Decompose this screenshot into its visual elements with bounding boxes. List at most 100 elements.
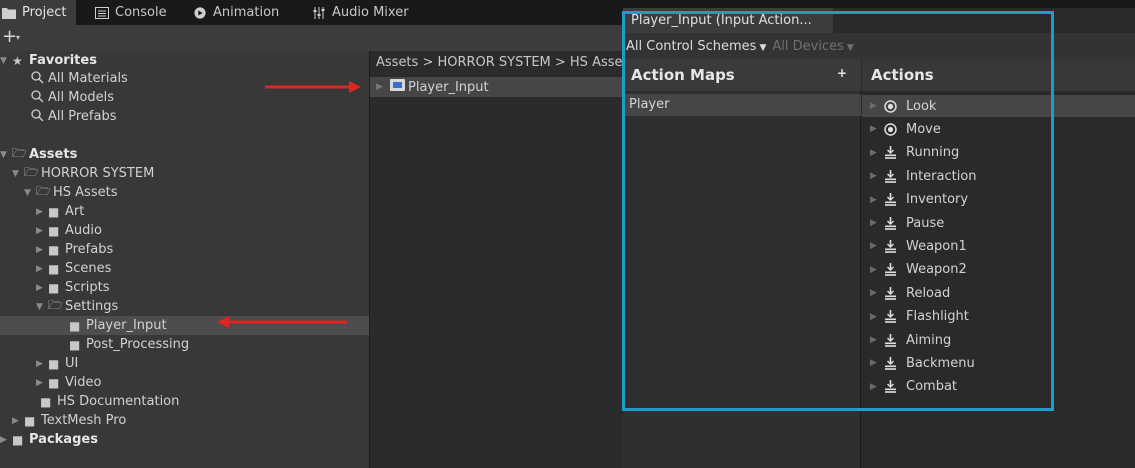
action-item[interactable]: ▶ Weapon1 <box>862 235 1135 257</box>
tree-item-assets[interactable]: ▼ 🗁 Assets <box>0 145 77 164</box>
collapse-arrow-icon[interactable]: ▶ <box>36 245 48 255</box>
tab-animation[interactable]: Animation <box>193 0 279 25</box>
collapse-arrow-icon[interactable]: ▶ <box>862 148 884 158</box>
favorite-item-label: All Prefabs <box>48 109 117 124</box>
collapse-arrow-icon[interactable]: ▶ <box>36 359 48 369</box>
action-item-label: Running <box>906 145 960 161</box>
folder-icon: ■ <box>48 280 60 295</box>
collapse-arrow-icon[interactable]: ▶ <box>36 207 48 217</box>
create-dropdown-icon[interactable]: ▾ <box>16 33 20 42</box>
collapse-arrow-icon[interactable]: ▶ <box>862 382 884 392</box>
folder-icon: ■ <box>48 242 60 257</box>
collapse-arrow-icon[interactable]: ▶ <box>862 241 884 251</box>
assets-pane: Assets > HORROR SYSTEM > HS Assets ▶ Pla… <box>369 51 624 468</box>
collapse-arrow-icon[interactable]: ▶ <box>862 195 884 205</box>
button-action-icon <box>884 263 906 277</box>
favorite-item[interactable]: All Prefabs <box>31 107 117 126</box>
tree-item-packages[interactable]: ▶ ■ Packages <box>0 430 98 449</box>
tree-item-horror-system[interactable]: ▼ 🗁 HORROR SYSTEM <box>12 164 154 183</box>
collapse-arrow-icon[interactable]: ▶ <box>862 335 884 345</box>
tree-item-hs-documentation[interactable]: ■ HS Documentation <box>40 392 179 411</box>
tab-console[interactable]: Console <box>95 0 167 25</box>
tree-item-ui[interactable]: ▶ ■ UI <box>36 354 78 373</box>
add-action-map-button[interactable]: + <box>837 66 847 80</box>
expand-arrow-icon[interactable]: ▼ <box>0 56 12 66</box>
action-item-label: Reload <box>906 285 951 301</box>
tree-item-hs-assets[interactable]: ▼ 🗁 HS Assets <box>24 183 117 202</box>
action-item[interactable]: ▶ Aiming <box>862 329 1135 351</box>
action-item-label: Combat <box>906 379 958 395</box>
folder-icon: ■ <box>48 204 60 219</box>
collapse-arrow-icon[interactable]: ▶ <box>862 265 884 275</box>
action-item[interactable]: ▶ Combat <box>862 376 1135 398</box>
folder-icon: ■ <box>48 375 60 390</box>
action-item-label: Inventory <box>906 192 969 208</box>
tree-item-post-processing[interactable]: ■ Post_Processing <box>69 335 189 354</box>
action-item[interactable]: ▶ Inventory <box>862 189 1135 211</box>
tab-project[interactable]: Project <box>0 0 77 25</box>
tree-item-audio[interactable]: ▶ ■ Audio <box>36 221 102 240</box>
input-actions-window: Player_Input (Input Action... All Contro… <box>623 8 1135 468</box>
tree-item-art[interactable]: ▶ ■ Art <box>36 202 84 221</box>
asset-item-player-input[interactable]: ▶ Player_Input <box>370 77 624 97</box>
button-action-icon <box>884 239 906 253</box>
tree-item-player-input[interactable]: ■ Player_Input <box>0 316 369 335</box>
collapse-arrow-icon[interactable]: ▶ <box>36 283 48 293</box>
tree-item-label: HORROR SYSTEM <box>41 166 155 181</box>
tree-item-video[interactable]: ▶ ■ Video <box>36 373 101 392</box>
expand-arrow-icon[interactable]: ▼ <box>0 150 12 160</box>
create-button[interactable]: + <box>2 26 17 47</box>
tree-item-label: Player_Input <box>86 318 167 333</box>
collapse-arrow-icon[interactable]: ▶ <box>862 124 884 134</box>
action-item[interactable]: ▶ Reload <box>862 282 1135 304</box>
tree-item-settings[interactable]: ▼ 🗁 Settings <box>36 297 118 316</box>
collapse-arrow-icon[interactable]: ▶ <box>862 101 884 111</box>
button-action-icon <box>884 193 906 206</box>
input-actions-tab[interactable]: Player_Input (Input Action... <box>623 8 833 33</box>
favorites-row[interactable]: ▼ ★ Favorites <box>0 51 97 70</box>
collapse-arrow-icon[interactable]: ▶ <box>862 288 884 298</box>
action-maps-panel: Action Maps + Player <box>623 59 861 468</box>
collapse-arrow-icon[interactable]: ▶ <box>36 378 48 388</box>
audio-mixer-icon <box>313 6 325 19</box>
action-item[interactable]: ▶ Flashlight <box>862 306 1135 328</box>
collapse-arrow-icon[interactable]: ▶ <box>0 435 12 445</box>
favorite-item[interactable]: All Models <box>31 88 114 107</box>
action-maps-header: Action Maps + <box>623 59 861 91</box>
action-item[interactable]: ▶ Interaction <box>862 165 1135 187</box>
action-item[interactable]: ▶ Running <box>862 142 1135 164</box>
tree-item-prefabs[interactable]: ▶ ■ Prefabs <box>36 240 113 259</box>
action-item[interactable]: ▶ Look <box>862 95 1135 117</box>
expand-arrow-icon[interactable]: ▼ <box>24 188 36 198</box>
collapse-arrow-icon[interactable]: ▶ <box>862 218 884 228</box>
collapse-arrow-icon[interactable]: ▶ <box>862 358 884 368</box>
devices-dropdown[interactable]: All Devices ▼ <box>772 39 853 54</box>
expand-arrow-icon[interactable]: ▼ <box>36 302 48 312</box>
animation-icon <box>194 6 206 19</box>
expand-arrow-icon[interactable]: ▼ <box>12 169 24 179</box>
action-item[interactable]: ▶ Move <box>862 118 1135 140</box>
tree-item-scenes[interactable]: ▶ ■ Scenes <box>36 259 111 278</box>
asset-item-label: Player_Input <box>408 79 489 95</box>
collapse-arrow-icon[interactable]: ▶ <box>36 226 48 236</box>
control-scheme-dropdown[interactable]: All Control Schemes ▼ <box>623 39 766 54</box>
breadcrumb[interactable]: Assets > HORROR SYSTEM > HS Assets <box>376 55 624 70</box>
collapse-arrow-icon[interactable]: ▶ <box>36 264 48 274</box>
action-item[interactable]: ▶ Pause <box>862 212 1135 234</box>
tree-item-textmesh-pro[interactable]: ▶ ■ TextMesh Pro <box>12 411 126 430</box>
action-item[interactable]: ▶ Weapon2 <box>862 259 1135 281</box>
actions-title: Actions <box>871 66 934 84</box>
collapse-arrow-icon[interactable]: ▶ <box>862 171 884 181</box>
folder-icon: ■ <box>24 413 36 428</box>
collapse-arrow-icon[interactable]: ▶ <box>862 312 884 322</box>
collapse-arrow-icon[interactable]: ▶ <box>370 82 390 92</box>
favorite-item[interactable]: All Materials <box>31 69 128 88</box>
tab-audio-mixer[interactable]: Audio Mixer <box>312 0 409 25</box>
collapse-arrow-icon[interactable]: ▶ <box>12 416 24 426</box>
control-scheme-label: All Control Schemes <box>626 38 757 54</box>
action-item[interactable]: ▶ Backmenu <box>862 352 1135 374</box>
tree-item-scripts[interactable]: ▶ ■ Scripts <box>36 278 109 297</box>
button-action-icon <box>884 146 906 160</box>
star-icon: ★ <box>12 53 23 68</box>
action-map-item[interactable]: Player <box>623 94 861 116</box>
